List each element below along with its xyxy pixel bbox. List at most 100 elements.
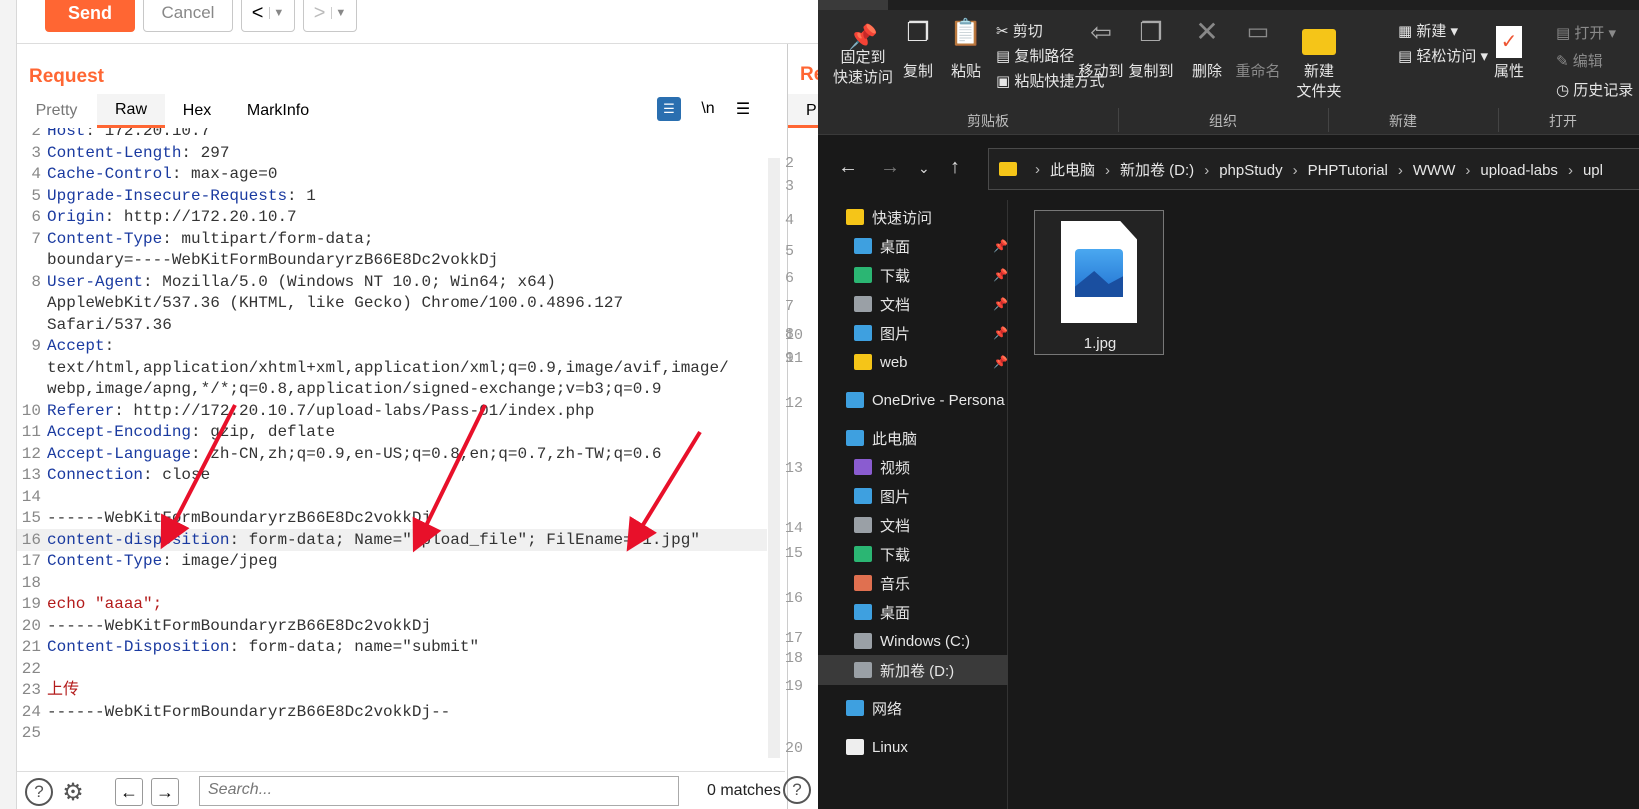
editor-line[interactable]: 18 (17, 572, 767, 594)
editor-line[interactable]: 13 Connection: close (17, 464, 767, 486)
editor-line[interactable]: 17 Content-Type: image/jpeg (17, 550, 767, 572)
editor-line[interactable]: boundary=----WebKitFormBoundaryrzB66E8Dc… (17, 249, 767, 271)
nav-item[interactable]: Windows (C:) (818, 626, 1008, 656)
nav-item[interactable]: 桌面 (818, 597, 1008, 627)
editor-line[interactable]: 15 ------WebKitFormBoundaryrzB66E8Dc2vokk… (17, 507, 767, 529)
editor-line[interactable]: Safari/537.36 (17, 314, 767, 336)
send-button[interactable]: Send (45, 0, 135, 32)
help-icon[interactable]: ? (25, 778, 53, 806)
linux-icon (846, 739, 864, 755)
nav-item[interactable]: 新加卷 (D:) (818, 655, 1008, 685)
editor-line[interactable]: 3 Content-Length: 297 (17, 142, 767, 164)
nav-item[interactable]: 图片 📌 (818, 318, 1008, 348)
arrow-right-icon[interactable]: → (151, 778, 179, 806)
editor-line[interactable]: 4 Cache-Control: max-age=0 (17, 163, 767, 185)
document-icon (854, 517, 872, 533)
breadcrumb-item[interactable]: WWW (1413, 162, 1455, 179)
editor-line[interactable]: text/html,application/xhtml+xml,applicat… (17, 357, 767, 379)
editor-line[interactable]: 14 (17, 486, 767, 508)
desktop-icon (854, 604, 872, 620)
new-folder-button[interactable]: 新建 文件夹 (1288, 22, 1350, 102)
nav-item[interactable]: 快速访问 (818, 202, 1008, 232)
editor-line[interactable]: 22 (17, 658, 767, 680)
breadcrumb-item[interactable]: 此电脑 (1050, 162, 1095, 179)
arrow-left-icon[interactable]: ← (115, 778, 143, 806)
wrap-lines-icon[interactable]: ☰ (657, 97, 681, 121)
history-forward-button[interactable]: > ▼ (303, 0, 357, 32)
nav-item[interactable]: 文档 📌 (818, 289, 1008, 319)
tab-pretty[interactable]: Pretty (29, 94, 84, 128)
nav-item[interactable]: Linux (818, 732, 1008, 762)
editor-line[interactable]: 23 上传 (17, 679, 767, 701)
cut-button[interactable]: ✂ 剪切 (996, 20, 1043, 41)
breadcrumb-item[interactable]: phpStudy (1219, 162, 1282, 179)
history-back-button[interactable]: < ▼ (241, 0, 295, 32)
editor-line[interactable]: 16 content-disposition: form-data; Name="… (17, 528, 767, 551)
editor-line[interactable]: 12 Accept-Language: zh-CN,zh;q=0.9,en-US;… (17, 443, 767, 465)
address-bar[interactable]: › 此电脑 › 新加卷 (D:) › phpStudy › PHPTutorial › WWW ›… (988, 148, 1639, 190)
nav-item[interactable]: 下载 (818, 539, 1008, 569)
nav-item[interactable]: OneDrive - Persona (818, 385, 1008, 415)
file-item[interactable]: 1.jpg (1034, 210, 1164, 355)
tab-markinfo[interactable]: MarkInfo (243, 94, 313, 128)
nav-item[interactable]: 图片 (818, 481, 1008, 511)
back-arrow-icon[interactable]: ← (838, 156, 858, 179)
breadcrumb-item[interactable]: upload-labs (1480, 162, 1558, 179)
copy-to-button[interactable]: ❐ 复制到 (1122, 19, 1180, 82)
copy-path-button[interactable]: ▤ 复制路径 (996, 45, 1074, 66)
editor-line[interactable]: AppleWebKit/537.36 (KHTML, like Gecko) C… (17, 292, 767, 314)
editor-line[interactable]: 25 (17, 722, 767, 744)
delete-button[interactable]: ✕ 删除 (1182, 18, 1232, 82)
easy-access-button[interactable]: ▤ 轻松访问 ▾ (1398, 45, 1488, 66)
editor-line[interactable]: 24 ------WebKitFormBoundaryrzB66E8Dc2vokk… (17, 701, 767, 723)
forward-arrow-icon[interactable]: → (880, 156, 900, 179)
nav-item[interactable]: 文档 (818, 510, 1008, 540)
editor-line[interactable]: 5 Upgrade-Insecure-Requests: 1 (17, 185, 767, 207)
paste-button[interactable]: 📋 粘贴 (940, 19, 992, 82)
editor-line[interactable]: 2 Host: 172.20.10.7 (17, 128, 767, 142)
editor-line[interactable]: 10 Referer: http://172.20.10.7/upload-lab… (17, 400, 767, 422)
nav-item[interactable]: 音乐 (818, 568, 1008, 598)
pin-quick-access-button[interactable]: 📌 固定到 快速访问 (826, 26, 900, 88)
paste-shortcut-icon: ▣ (996, 73, 1015, 90)
edit-button[interactable]: ✎ 编辑 (1556, 50, 1603, 71)
open-button[interactable]: ▤ 打开 ▾ (1556, 22, 1616, 43)
breadcrumb-item[interactable]: 新加卷 (D:) (1120, 162, 1194, 179)
properties-button[interactable]: ✓ 属性 (1486, 22, 1532, 82)
cancel-button[interactable]: Cancel (143, 0, 233, 32)
breadcrumb-item[interactable]: PHPTutorial (1308, 162, 1388, 179)
nav-item[interactable]: 桌面 📌 (818, 231, 1008, 261)
editor-line[interactable]: 20 ------WebKitFormBoundaryrzB66E8Dc2vokk… (17, 615, 767, 637)
tab-hex[interactable]: Hex (177, 94, 217, 128)
editor-line[interactable]: 11 Accept-Encoding: gzip, deflate (17, 421, 767, 443)
editor-line[interactable]: 19 echo "aaaa"; (17, 593, 767, 615)
nav-item[interactable]: web 📌 (818, 347, 1008, 377)
newline-toggle-icon[interactable]: \n (698, 97, 718, 121)
help-icon[interactable]: ? (783, 776, 811, 804)
nav-item[interactable]: 网络 (818, 693, 1008, 723)
editor-scrollbar[interactable] (768, 158, 780, 758)
copy-button[interactable]: ❐ 复制 (892, 19, 944, 82)
editor-line[interactable]: 6 Origin: http://172.20.10.7 (17, 206, 767, 228)
breadcrumb-item[interactable]: upl (1583, 162, 1603, 179)
editor-line[interactable]: 8 User-Agent: Mozilla/5.0 (Windows NT 10.… (17, 271, 767, 293)
nav-item[interactable]: 视频 (818, 452, 1008, 482)
editor-line[interactable]: 7 Content-Type: multipart/form-data; (17, 228, 767, 250)
menu-icon[interactable]: ☰ (733, 97, 753, 121)
recent-locations-icon[interactable]: ⌄ (918, 160, 930, 177)
response-tab-partial[interactable]: P (788, 94, 819, 128)
gear-icon[interactable]: ⚙ (59, 778, 87, 806)
search-input[interactable]: Search... (199, 776, 679, 806)
tab-raw[interactable]: Raw (97, 94, 165, 128)
editor-line[interactable]: 9 Accept: (17, 335, 767, 357)
nav-item[interactable]: 此电脑 (818, 423, 1008, 453)
new-item-button[interactable]: ▦ 新建 ▾ (1398, 20, 1458, 41)
up-arrow-icon[interactable]: ↑ (950, 156, 960, 179)
editor-line[interactable]: 21 Content-Disposition: form-data; name="… (17, 636, 767, 658)
rename-button[interactable]: ▭ 重命名 (1228, 20, 1288, 82)
nav-item[interactable]: 下载 📌 (818, 260, 1008, 290)
breadcrumb: 此电脑 › 新加卷 (D:) › phpStudy › PHPTutorial › WWW › up… (1050, 159, 1603, 180)
editor-line[interactable]: webp,image/apng,*/*;q=0.8,application/si… (17, 378, 767, 400)
history-button[interactable]: ◷ 历史记录 (1556, 79, 1633, 100)
request-editor[interactable]: 2 Host: 172.20.10.7 3 Content-Length: 297 4 C… (17, 128, 785, 768)
